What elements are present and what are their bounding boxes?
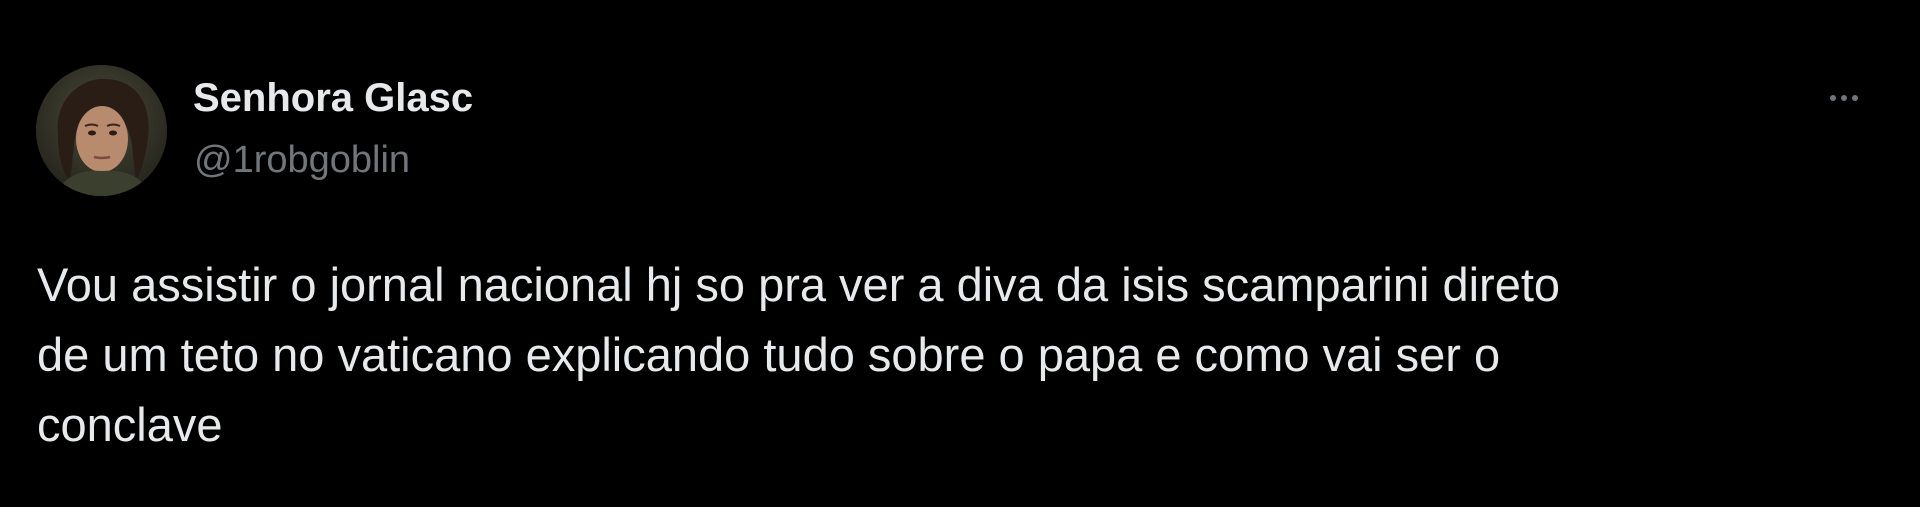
post-card: Senhora Glasc @1robgoblin Vou assistir o…	[0, 0, 1920, 507]
author-handle[interactable]: @1robgoblin	[194, 139, 410, 182]
more-icon-dot	[1841, 95, 1847, 101]
author-name[interactable]: Senhora Glasc	[193, 76, 473, 121]
more-icon-dot	[1852, 95, 1858, 101]
avatar[interactable]	[36, 65, 167, 196]
post-text: Vou assistir o jornal nacional hj so pra…	[37, 258, 1561, 451]
avatar-photo	[36, 65, 167, 196]
more-icon-dot	[1830, 95, 1836, 101]
more-options-button[interactable]	[1818, 78, 1870, 118]
